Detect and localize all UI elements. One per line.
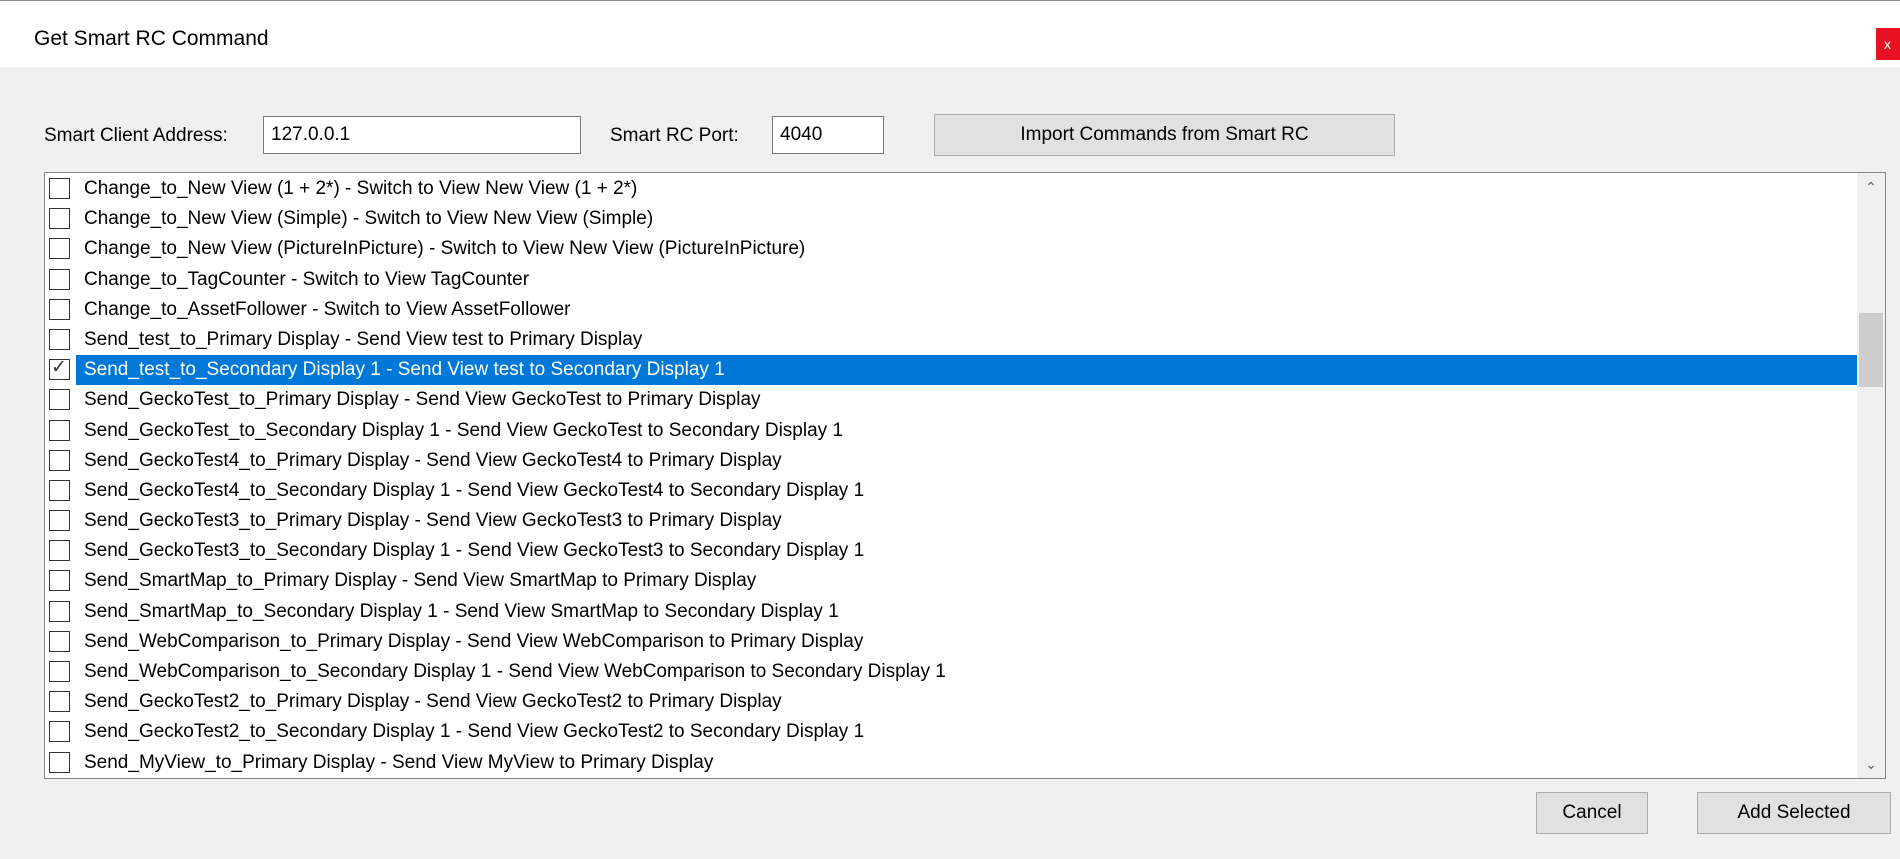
title-bar: Get Smart RC Command x [0, 0, 1900, 67]
chevron-up-icon[interactable]: ⌃ [1857, 173, 1885, 201]
list-item[interactable]: Send_MyView_to_Primary Display - Send Vi… [45, 748, 1857, 778]
checkbox[interactable] [49, 238, 70, 260]
chevron-down-icon[interactable]: ⌄ [1857, 750, 1885, 778]
checkbox[interactable] [49, 178, 70, 199]
address-label: Smart Client Address: [44, 125, 228, 146]
checkbox[interactable] [49, 449, 70, 471]
command-label: Send_MyView_to_Primary Display - Send Vi… [84, 751, 714, 773]
checkbox[interactable]: ✓ [49, 357, 70, 381]
list-item[interactable]: ✓ Send_test_to_Secondary Display 1 - Send… [45, 355, 1857, 386]
list-item[interactable]: Send_GeckoTest_to_Primary Display - Send… [45, 385, 1857, 415]
list-item[interactable]: Send_GeckoTest2_to_Secondary Display 1 -… [45, 717, 1857, 747]
checkbox[interactable] [49, 479, 70, 501]
scrollbar-thumb[interactable] [1859, 313, 1883, 387]
command-label: Send_test_to_Primary Display - Send View… [84, 328, 643, 350]
list-item[interactable]: Change_to_New View (1 + 2*) - Switch to … [45, 174, 1857, 204]
command-label: Change_to_New View (Simple) - Switch to … [84, 208, 654, 230]
list-item[interactable]: Send_GeckoTest3_to_Primary Display - Sen… [45, 506, 1857, 536]
list-scrollbar[interactable]: ⌃ ⌄ [1857, 173, 1885, 778]
list-item[interactable]: Send_WebComparison_to_Primary Display - … [45, 627, 1857, 657]
checkbox[interactable] [49, 570, 70, 592]
checkbox[interactable] [49, 208, 70, 230]
port-label: Smart RC Port: [610, 125, 739, 146]
command-label: Send_SmartMap_to_Primary Display - Send … [84, 570, 757, 592]
command-label: Change_to_New View (PictureInPicture) - … [84, 238, 806, 260]
command-label: Send_GeckoTest4_to_Secondary Display 1 -… [84, 479, 865, 501]
checkbox[interactable] [49, 328, 70, 350]
command-label: Send_GeckoTest3_to_Secondary Display 1 -… [84, 540, 865, 562]
checkmark-icon: ✓ [51, 357, 67, 379]
command-label: Send_GeckoTest_to_Secondary Display 1 - … [84, 419, 844, 441]
command-list[interactable]: Change_to_New View (1 + 2*) - Switch to … [44, 172, 1886, 779]
checkbox[interactable] [49, 268, 70, 290]
command-label: Send_GeckoTest2_to_Primary Display - Sen… [84, 691, 782, 713]
list-item[interactable]: Send_GeckoTest3_to_Secondary Display 1 -… [45, 536, 1857, 566]
command-label: Change_to_TagCounter - Switch to View Ta… [84, 268, 530, 290]
cancel-button[interactable]: Cancel [1536, 792, 1648, 834]
checkbox[interactable] [49, 691, 70, 713]
list-item[interactable]: Send_SmartMap_to_Secondary Display 1 - S… [45, 597, 1857, 627]
list-item[interactable]: Change_to_New View (Simple) - Switch to … [45, 204, 1857, 234]
checkbox[interactable] [49, 600, 70, 622]
command-list-items: Change_to_New View (1 + 2*) - Switch to … [45, 174, 1857, 778]
list-item[interactable]: Send_test_to_Primary Display - Send View… [45, 325, 1857, 355]
dialog-window: Get Smart RC Command x Smart Client Addr… [0, 0, 1900, 859]
list-item[interactable]: Send_GeckoTest2_to_Primary Display - Sen… [45, 687, 1857, 717]
list-item[interactable]: Send_WebComparison_to_Secondary Display … [45, 657, 1857, 687]
window-title: Get Smart RC Command [34, 27, 269, 50]
list-item[interactable]: Send_GeckoTest_to_Secondary Display 1 - … [45, 416, 1857, 446]
command-label: Send_WebComparison_to_Primary Display - … [84, 630, 864, 652]
command-label: Send_GeckoTest_to_Primary Display - Send… [84, 389, 761, 411]
checkbox[interactable] [49, 661, 70, 682]
list-item[interactable]: Send_GeckoTest4_to_Primary Display - Sen… [45, 446, 1857, 476]
checkbox[interactable] [49, 721, 70, 743]
close-button[interactable]: x [1876, 28, 1900, 60]
address-field[interactable] [263, 116, 581, 154]
command-label: Change_to_New View (1 + 2*) - Switch to … [84, 178, 638, 199]
checkbox[interactable] [49, 298, 70, 320]
command-label: Send_GeckoTest2_to_Secondary Display 1 -… [84, 721, 865, 743]
list-item[interactable]: Send_GeckoTest4_to_Secondary Display 1 -… [45, 476, 1857, 506]
list-item[interactable]: Change_to_AssetFollower - Switch to View… [45, 295, 1857, 325]
checkbox[interactable] [49, 540, 70, 562]
command-label: Change_to_AssetFollower - Switch to View… [84, 298, 571, 320]
port-field[interactable] [772, 116, 884, 154]
command-label: Send_SmartMap_to_Secondary Display 1 - S… [84, 600, 839, 622]
command-label: Send_GeckoTest3_to_Primary Display - Sen… [84, 510, 782, 532]
list-item[interactable]: Send_SmartMap_to_Primary Display - Send … [45, 566, 1857, 596]
checkbox[interactable] [49, 419, 70, 441]
close-icon: x [1884, 36, 1891, 52]
list-item[interactable]: Change_to_TagCounter - Switch to View Ta… [45, 265, 1857, 295]
import-commands-button[interactable]: Import Commands from Smart RC [934, 114, 1395, 156]
list-item[interactable]: Change_to_New View (PictureInPicture) - … [45, 234, 1857, 264]
add-selected-button[interactable]: Add Selected [1697, 792, 1891, 834]
checkbox[interactable] [49, 389, 70, 411]
command-label: Send_WebComparison_to_Secondary Display … [84, 661, 946, 682]
command-label: Send_GeckoTest4_to_Primary Display - Sen… [84, 449, 782, 471]
checkbox[interactable] [49, 510, 70, 532]
command-label: Send_test_to_Secondary Display 1 - Send … [76, 355, 1857, 386]
checkbox[interactable] [49, 751, 70, 773]
checkbox[interactable] [49, 630, 70, 652]
